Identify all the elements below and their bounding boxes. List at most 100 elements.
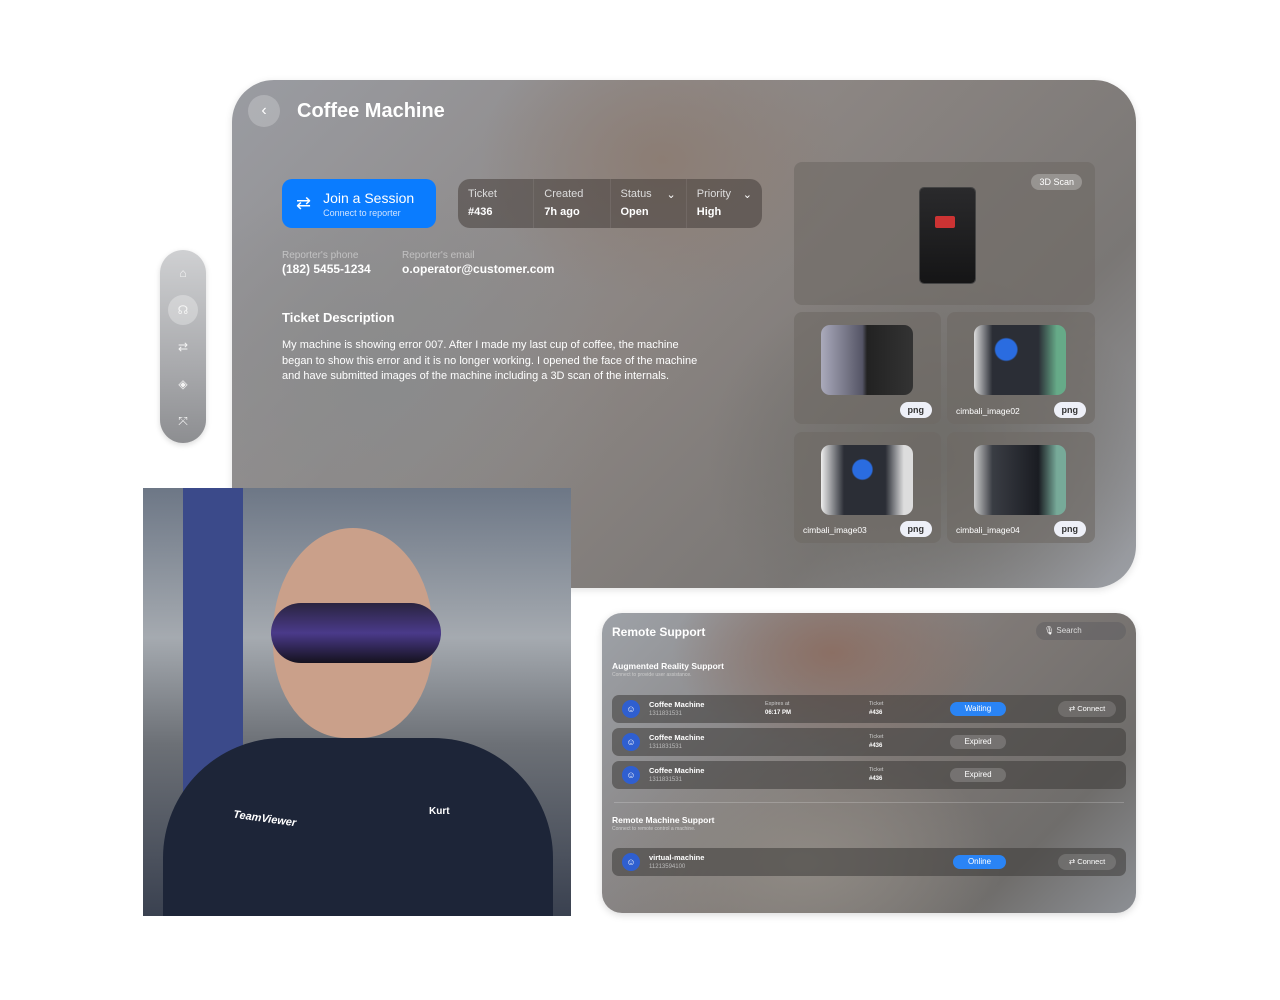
device-id: 1311831531 bbox=[649, 744, 682, 750]
file-type-badge: png bbox=[1053, 402, 1086, 418]
device-name: Coffee Machine bbox=[649, 700, 705, 709]
search-input[interactable]: 🎙 Search bbox=[1036, 622, 1126, 640]
user-icon: ☺ bbox=[622, 700, 640, 718]
file-type-badge: png bbox=[899, 521, 932, 537]
label: Ticket bbox=[468, 188, 497, 200]
status-badge: Waiting bbox=[950, 702, 1006, 716]
layers-icon[interactable]: ◈ bbox=[168, 369, 198, 399]
3d-scan-badge: 3D Scan bbox=[1031, 174, 1082, 190]
ticket-value: #436 bbox=[869, 710, 883, 716]
section-subtitle: Connect to remote control a machine. bbox=[612, 826, 696, 832]
image-card[interactable]: cimbali_image02 png bbox=[947, 312, 1095, 424]
session-row[interactable]: ☺ Coffee Machine 1311831531 Ticket #436 … bbox=[612, 761, 1126, 789]
headset-icon[interactable]: ☊ bbox=[168, 295, 198, 325]
created-field: Created 7h ago bbox=[534, 179, 611, 228]
panel-title: Remote Support bbox=[612, 625, 706, 639]
device-name: virtual-machine bbox=[649, 853, 705, 862]
image-name: cimbali_image02 bbox=[956, 406, 1020, 416]
label: Reporter's phone bbox=[282, 250, 359, 261]
label: Created bbox=[544, 188, 584, 200]
shirt-name: Kurt bbox=[429, 806, 450, 817]
arrows-swap-icon[interactable]: ⇄ bbox=[168, 332, 198, 362]
ticket-value: #436 bbox=[869, 743, 883, 749]
device-name: Coffee Machine bbox=[649, 766, 705, 775]
status-dropdown[interactable]: Status Open ⌄ bbox=[611, 179, 687, 228]
ticket-field: Ticket #436 bbox=[458, 179, 535, 228]
ticket-value: #436 bbox=[869, 776, 883, 782]
user-icon: ☺ bbox=[622, 853, 640, 871]
search-placeholder: Search bbox=[1056, 626, 1082, 635]
ticket-label: Ticket bbox=[869, 767, 884, 773]
image-card[interactable]: png bbox=[794, 312, 941, 424]
value: 7h ago bbox=[544, 206, 580, 218]
arrows-swap-icon: ⇄ bbox=[1068, 857, 1076, 866]
mic-icon: 🎙 bbox=[1044, 626, 1055, 635]
arrows-swap-icon: ⇄ bbox=[296, 193, 312, 213]
value: Open bbox=[620, 206, 649, 218]
connect-button[interactable]: ⇄ Connect bbox=[1058, 701, 1116, 717]
reporter-phone: Reporter's phone (182) 5455-1234 bbox=[282, 250, 371, 276]
divider bbox=[614, 802, 1124, 803]
description-body: My machine is showing error 007. After I… bbox=[282, 339, 698, 382]
image-card[interactable]: cimbali_image03 png bbox=[794, 432, 941, 543]
session-row[interactable]: ☺ Coffee Machine 1311831531 Expires at 0… bbox=[612, 695, 1126, 723]
connect-label: Connect bbox=[1077, 857, 1106, 866]
device-id: 1311831531 bbox=[649, 777, 682, 783]
device-id: 11213594100 bbox=[649, 864, 686, 870]
value[interactable]: o.operator@customer.com bbox=[402, 262, 554, 276]
page-title: Coffee Machine bbox=[297, 100, 445, 122]
image-name: cimbali_image03 bbox=[803, 525, 867, 535]
join-sub: Connect to reporter bbox=[323, 207, 401, 218]
image-card[interactable]: cimbali_image04 png bbox=[947, 432, 1095, 543]
ticket-label: Ticket bbox=[869, 734, 884, 740]
reporter-email: Reporter's email o.operator@customer.com bbox=[402, 250, 554, 276]
session-row[interactable]: ☺ Coffee Machine 1311831531 Ticket #436 … bbox=[612, 728, 1126, 756]
file-type-badge: png bbox=[899, 402, 932, 418]
section-subtitle: Connect to provide user assistance. bbox=[612, 672, 692, 678]
user-icon: ☺ bbox=[622, 733, 640, 751]
value: (182) 5455-1234 bbox=[282, 262, 371, 276]
device-name: Coffee Machine bbox=[649, 733, 705, 742]
file-type-badge: png bbox=[1053, 521, 1086, 537]
back-button[interactable]: ‹ bbox=[248, 95, 280, 127]
shirt-logo: TeamViewer bbox=[232, 808, 297, 830]
image-name: cimbali_image04 bbox=[956, 525, 1020, 535]
connect-label: Connect bbox=[1077, 704, 1106, 713]
machine-row[interactable]: ☺ virtual-machine 11213594100 Online ⇄ C… bbox=[612, 848, 1126, 876]
value: #436 bbox=[468, 206, 493, 218]
chevron-down-icon: ⌄ bbox=[666, 189, 676, 201]
join-session-button[interactable]: ⇄ Join a Session Connect to reporter bbox=[282, 179, 436, 228]
status-badge: Expired bbox=[950, 768, 1006, 782]
remote-support-panel: Remote Support 🎙 Search Augmented Realit… bbox=[602, 613, 1136, 913]
expires-label: Expires at bbox=[765, 701, 790, 707]
3d-scan-card[interactable]: 3D Scan bbox=[794, 162, 1095, 305]
image-thumbnail bbox=[974, 325, 1066, 395]
section-title: Augmented Reality Support bbox=[612, 661, 724, 671]
device-id: 1311831531 bbox=[649, 711, 682, 717]
user-photo: TeamViewer Kurt bbox=[143, 488, 571, 916]
status-badge: Online bbox=[953, 855, 1006, 869]
ticket-label: Ticket bbox=[869, 701, 884, 707]
chevron-left-icon: ‹ bbox=[261, 102, 267, 119]
status-badge: Expired bbox=[950, 735, 1006, 749]
value: High bbox=[696, 206, 722, 218]
priority-dropdown[interactable]: Priority High ⌄ bbox=[687, 179, 762, 228]
section-title: Remote Machine Support bbox=[612, 815, 715, 825]
label: Reporter's email bbox=[402, 250, 475, 261]
image-thumbnail bbox=[974, 445, 1066, 515]
remote-icon[interactable]: ⤧ bbox=[168, 406, 198, 436]
coffee-machine-3d-model bbox=[920, 188, 975, 283]
connect-button[interactable]: ⇄ Connect bbox=[1058, 854, 1116, 870]
image-thumbnail bbox=[821, 325, 913, 395]
image-thumbnail bbox=[821, 445, 913, 515]
arrows-swap-icon: ⇄ bbox=[1068, 704, 1076, 713]
join-label: Join a Session bbox=[323, 189, 415, 206]
sidebar: ⌂ ☊ ⇄ ◈ ⤧ bbox=[160, 250, 206, 443]
chevron-down-icon: ⌄ bbox=[742, 189, 752, 201]
shirt: TeamViewer Kurt bbox=[163, 738, 553, 916]
headset bbox=[271, 603, 441, 663]
user-icon: ☺ bbox=[622, 766, 640, 784]
description-heading: Ticket Description bbox=[282, 310, 395, 325]
ticket-info-bar: Ticket #436 Created 7h ago Status Open ⌄ Pri… bbox=[458, 179, 762, 228]
home-icon[interactable]: ⌂ bbox=[168, 258, 198, 288]
